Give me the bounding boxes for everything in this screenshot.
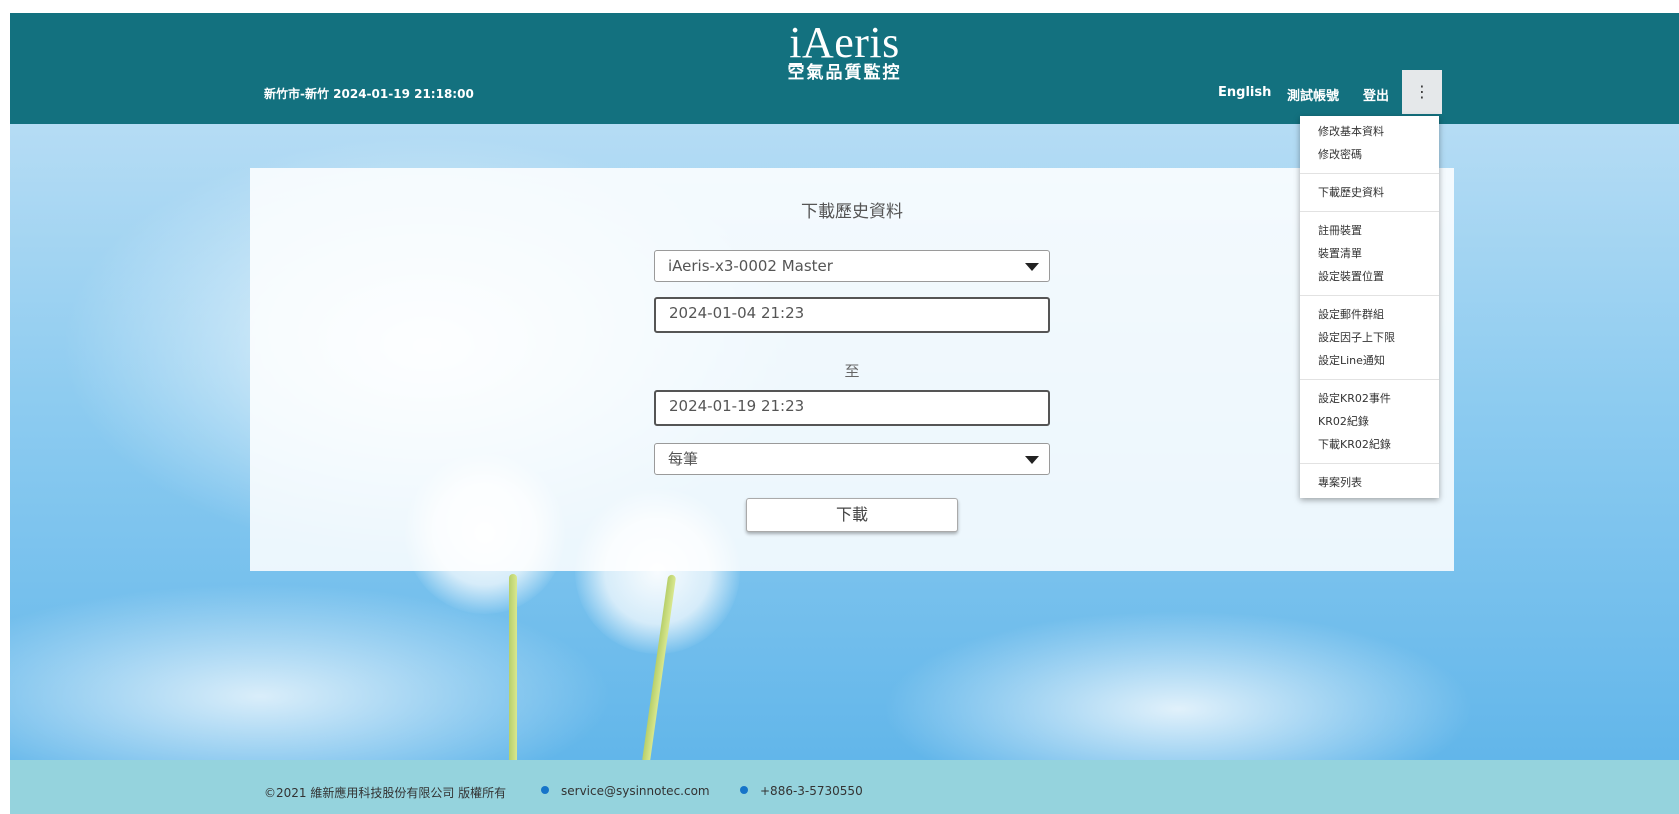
language-link[interactable]: English [1218,85,1271,100]
menu-item-edit-profile[interactable]: 修改基本資料 [1300,120,1439,143]
interval-select-value: 每筆 [668,450,699,468]
menu-item-mail-group[interactable]: 設定郵件群組 [1300,303,1439,326]
menu-item-download-kr02-log[interactable]: 下載KR02紀錄 [1300,433,1439,456]
dropdown-menu: 修改基本資料 修改密碼 下載歷史資料 註冊裝置 裝置清單 設定裝置位置 設定郵件… [1300,116,1439,498]
footer-email[interactable]: service@sysinnotec.com [561,784,710,798]
caret-down-icon [1025,456,1039,464]
menu-item-set-device-location[interactable]: 設定裝置位置 [1300,265,1439,288]
menu-item-change-password[interactable]: 修改密碼 [1300,143,1439,166]
footer-phone: +886-3-5730550 [760,784,863,798]
menu-divider [1300,211,1439,212]
menu-divider [1300,379,1439,380]
menu-item-kr02-log[interactable]: KR02紀錄 [1300,410,1439,433]
top-header: 新竹市-新竹 2024-01-19 21:18:00 iAeris 空氣品質監控… [10,13,1679,124]
end-date-input[interactable]: 2024-01-19 21:23 [654,390,1050,426]
end-date-value: 2024-01-19 21:23 [669,397,805,415]
menu-item-factor-limits[interactable]: 設定因子上下限 [1300,326,1439,349]
dandelion-stem-left [509,574,517,764]
app-frame: 新竹市-新竹 2024-01-19 21:18:00 iAeris 空氣品質監控… [10,13,1679,814]
footer-email-item: service@sysinnotec.com [541,784,710,798]
menu-item-download-history[interactable]: 下載歷史資料 [1300,181,1439,204]
device-select[interactable]: iAeris-x3-0002 Master [654,250,1050,282]
page-footer: ©2021 維新應用科技股份有限公司 版權所有 service@sysinnot… [10,760,1679,814]
menu-item-line-notify[interactable]: 設定Line通知 [1300,349,1439,372]
device-select-value: iAeris-x3-0002 Master [668,257,833,275]
interval-select[interactable]: 每筆 [654,443,1050,475]
panel-title: 下載歷史資料 [801,202,903,222]
location-datetime: 新竹市-新竹 2024-01-19 21:18:00 [264,87,474,101]
bullet-icon [740,786,748,794]
logout-link[interactable]: 登出 [1363,85,1389,104]
menu-item-project-list[interactable]: 專案列表 [1300,471,1439,494]
to-label: 至 [844,362,860,380]
menu-item-kr02-event[interactable]: 設定KR02事件 [1300,387,1439,410]
menu-divider [1300,463,1439,464]
menu-item-device-list[interactable]: 裝置清單 [1300,242,1439,265]
bullet-icon [541,786,549,794]
start-date-value: 2024-01-04 21:23 [669,304,805,322]
menu-item-register-device[interactable]: 註冊裝置 [1300,219,1439,242]
start-date-input[interactable]: 2024-01-04 21:23 [654,297,1050,333]
logo-i: i [789,18,802,67]
menu-divider [1300,295,1439,296]
footer-phone-item: +886-3-5730550 [740,784,863,798]
caret-down-icon [1025,263,1039,271]
account-link[interactable]: 測試帳號 [1287,85,1339,104]
more-menu-button[interactable]: ⋮ [1402,70,1442,114]
more-vert-icon: ⋮ [1414,82,1430,101]
menu-divider [1300,173,1439,174]
download-history-panel: 下載歷史資料 iAeris-x3-0002 Master 2024-01-04 … [250,168,1454,571]
footer-copyright: ©2021 維新應用科技股份有限公司 版權所有 [264,786,507,800]
logo-rest: Aeris [801,18,900,67]
download-button[interactable]: 下載 [746,498,958,532]
logo-wordmark: iAeris [10,21,1679,65]
